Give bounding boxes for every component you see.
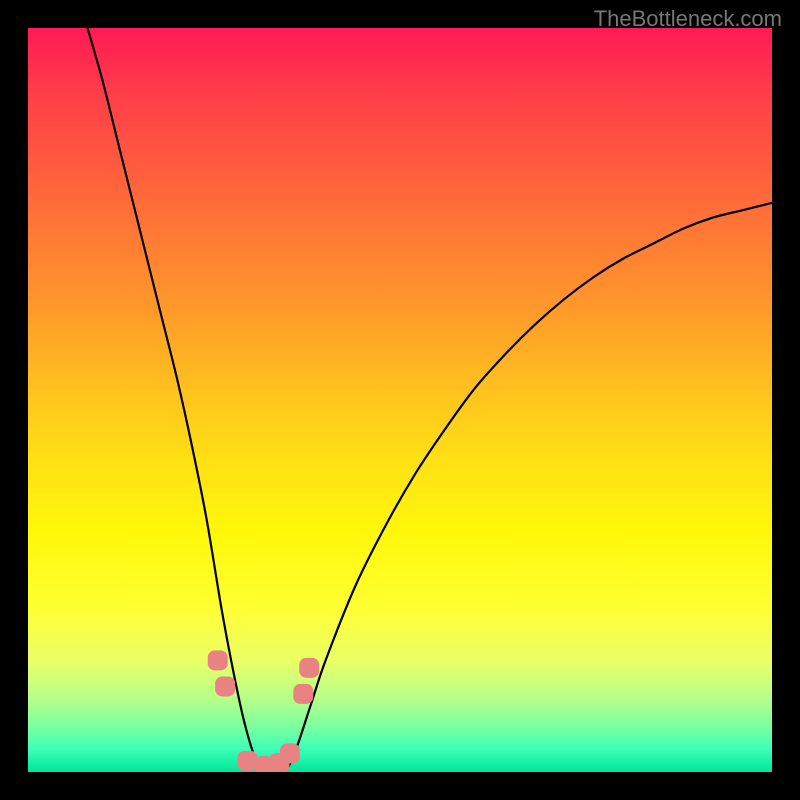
marker-icon <box>237 751 257 771</box>
marker-cluster <box>208 650 320 772</box>
plot-area <box>28 28 772 772</box>
watermark-text: TheBottleneck.com <box>594 6 782 32</box>
marker-icon <box>293 684 313 704</box>
chart-svg <box>28 28 772 772</box>
marker-icon <box>208 650 228 670</box>
marker-icon <box>215 676 235 696</box>
marker-icon <box>299 658 319 678</box>
bottleneck-curve <box>88 28 772 772</box>
marker-icon <box>280 743 300 763</box>
